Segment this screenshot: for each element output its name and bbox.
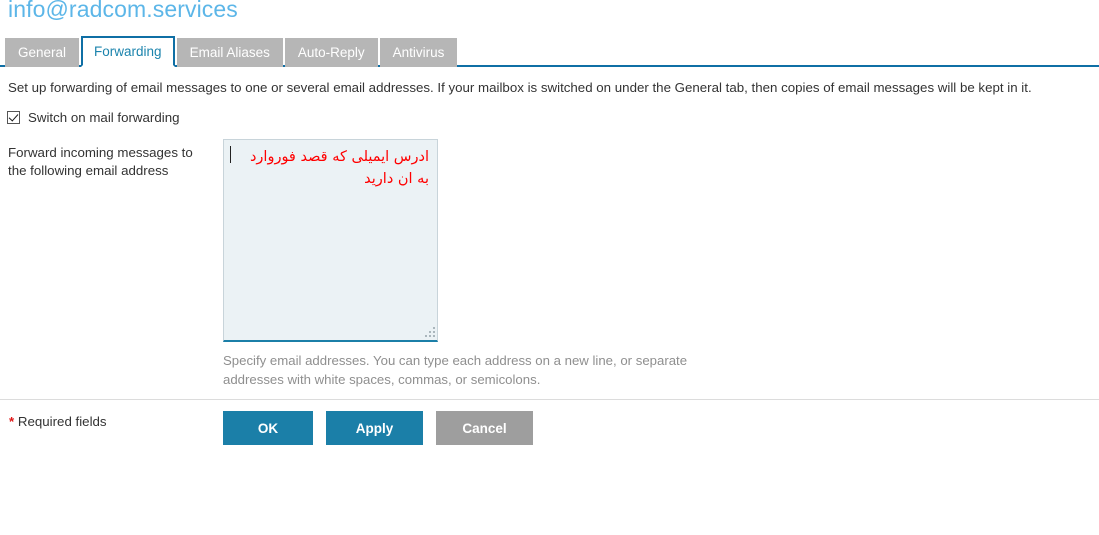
checkmark-icon bbox=[7, 111, 20, 124]
tab-general-label: General bbox=[18, 44, 67, 60]
text-caret bbox=[230, 146, 231, 163]
tab-general[interactable]: General bbox=[5, 38, 80, 67]
forward-address-hint: Specify email addresses. You can type ea… bbox=[223, 353, 688, 387]
forward-address-textarea[interactable]: ادرس ایمیلی که قصد فوروارد به ان دارید bbox=[223, 139, 438, 342]
tab-strip: General Forwarding Email Aliases Auto-Re… bbox=[0, 36, 1099, 67]
tab-forwarding-label: Forwarding bbox=[94, 43, 162, 59]
page-title: info@radcom.services bbox=[8, 0, 238, 22]
resize-handle-icon[interactable] bbox=[424, 326, 435, 337]
forward-address-value-line2: به ان دارید bbox=[364, 171, 429, 187]
forward-address-label: Forward incoming messages to the followi… bbox=[8, 145, 193, 178]
switch-on-mail-forwarding-checkbox[interactable]: Switch on mail forwarding bbox=[7, 110, 180, 125]
tab-auto-reply-label: Auto-Reply bbox=[297, 44, 365, 60]
tab-email-aliases[interactable]: Email Aliases bbox=[176, 38, 283, 67]
required-fields-note: * Required fields bbox=[9, 414, 107, 429]
tab-list: General Forwarding Email Aliases Auto-Re… bbox=[5, 36, 459, 67]
switch-on-mail-forwarding-label: Switch on mail forwarding bbox=[28, 110, 180, 125]
required-fields-text: Required fields bbox=[14, 414, 107, 429]
tab-auto-reply[interactable]: Auto-Reply bbox=[284, 38, 378, 67]
page-description: Set up forwarding of email messages to o… bbox=[8, 80, 1032, 95]
ok-button[interactable]: OK bbox=[223, 411, 313, 445]
footer-divider bbox=[0, 399, 1099, 400]
tab-antivirus[interactable]: Antivirus bbox=[379, 38, 458, 67]
tab-email-aliases-label: Email Aliases bbox=[189, 44, 270, 60]
forward-address-field-wrapper: ادرس ایمیلی که قصد فوروارد به ان دارید bbox=[223, 139, 438, 342]
tab-forwarding[interactable]: Forwarding bbox=[81, 36, 175, 67]
tab-antivirus-label: Antivirus bbox=[392, 44, 445, 60]
forward-address-value-line1: ادرس ایمیلی که قصد فوروارد bbox=[249, 149, 429, 165]
apply-button[interactable]: Apply bbox=[326, 411, 423, 445]
form-actions: OK Apply Cancel bbox=[223, 411, 533, 445]
cancel-button[interactable]: Cancel bbox=[436, 411, 533, 445]
